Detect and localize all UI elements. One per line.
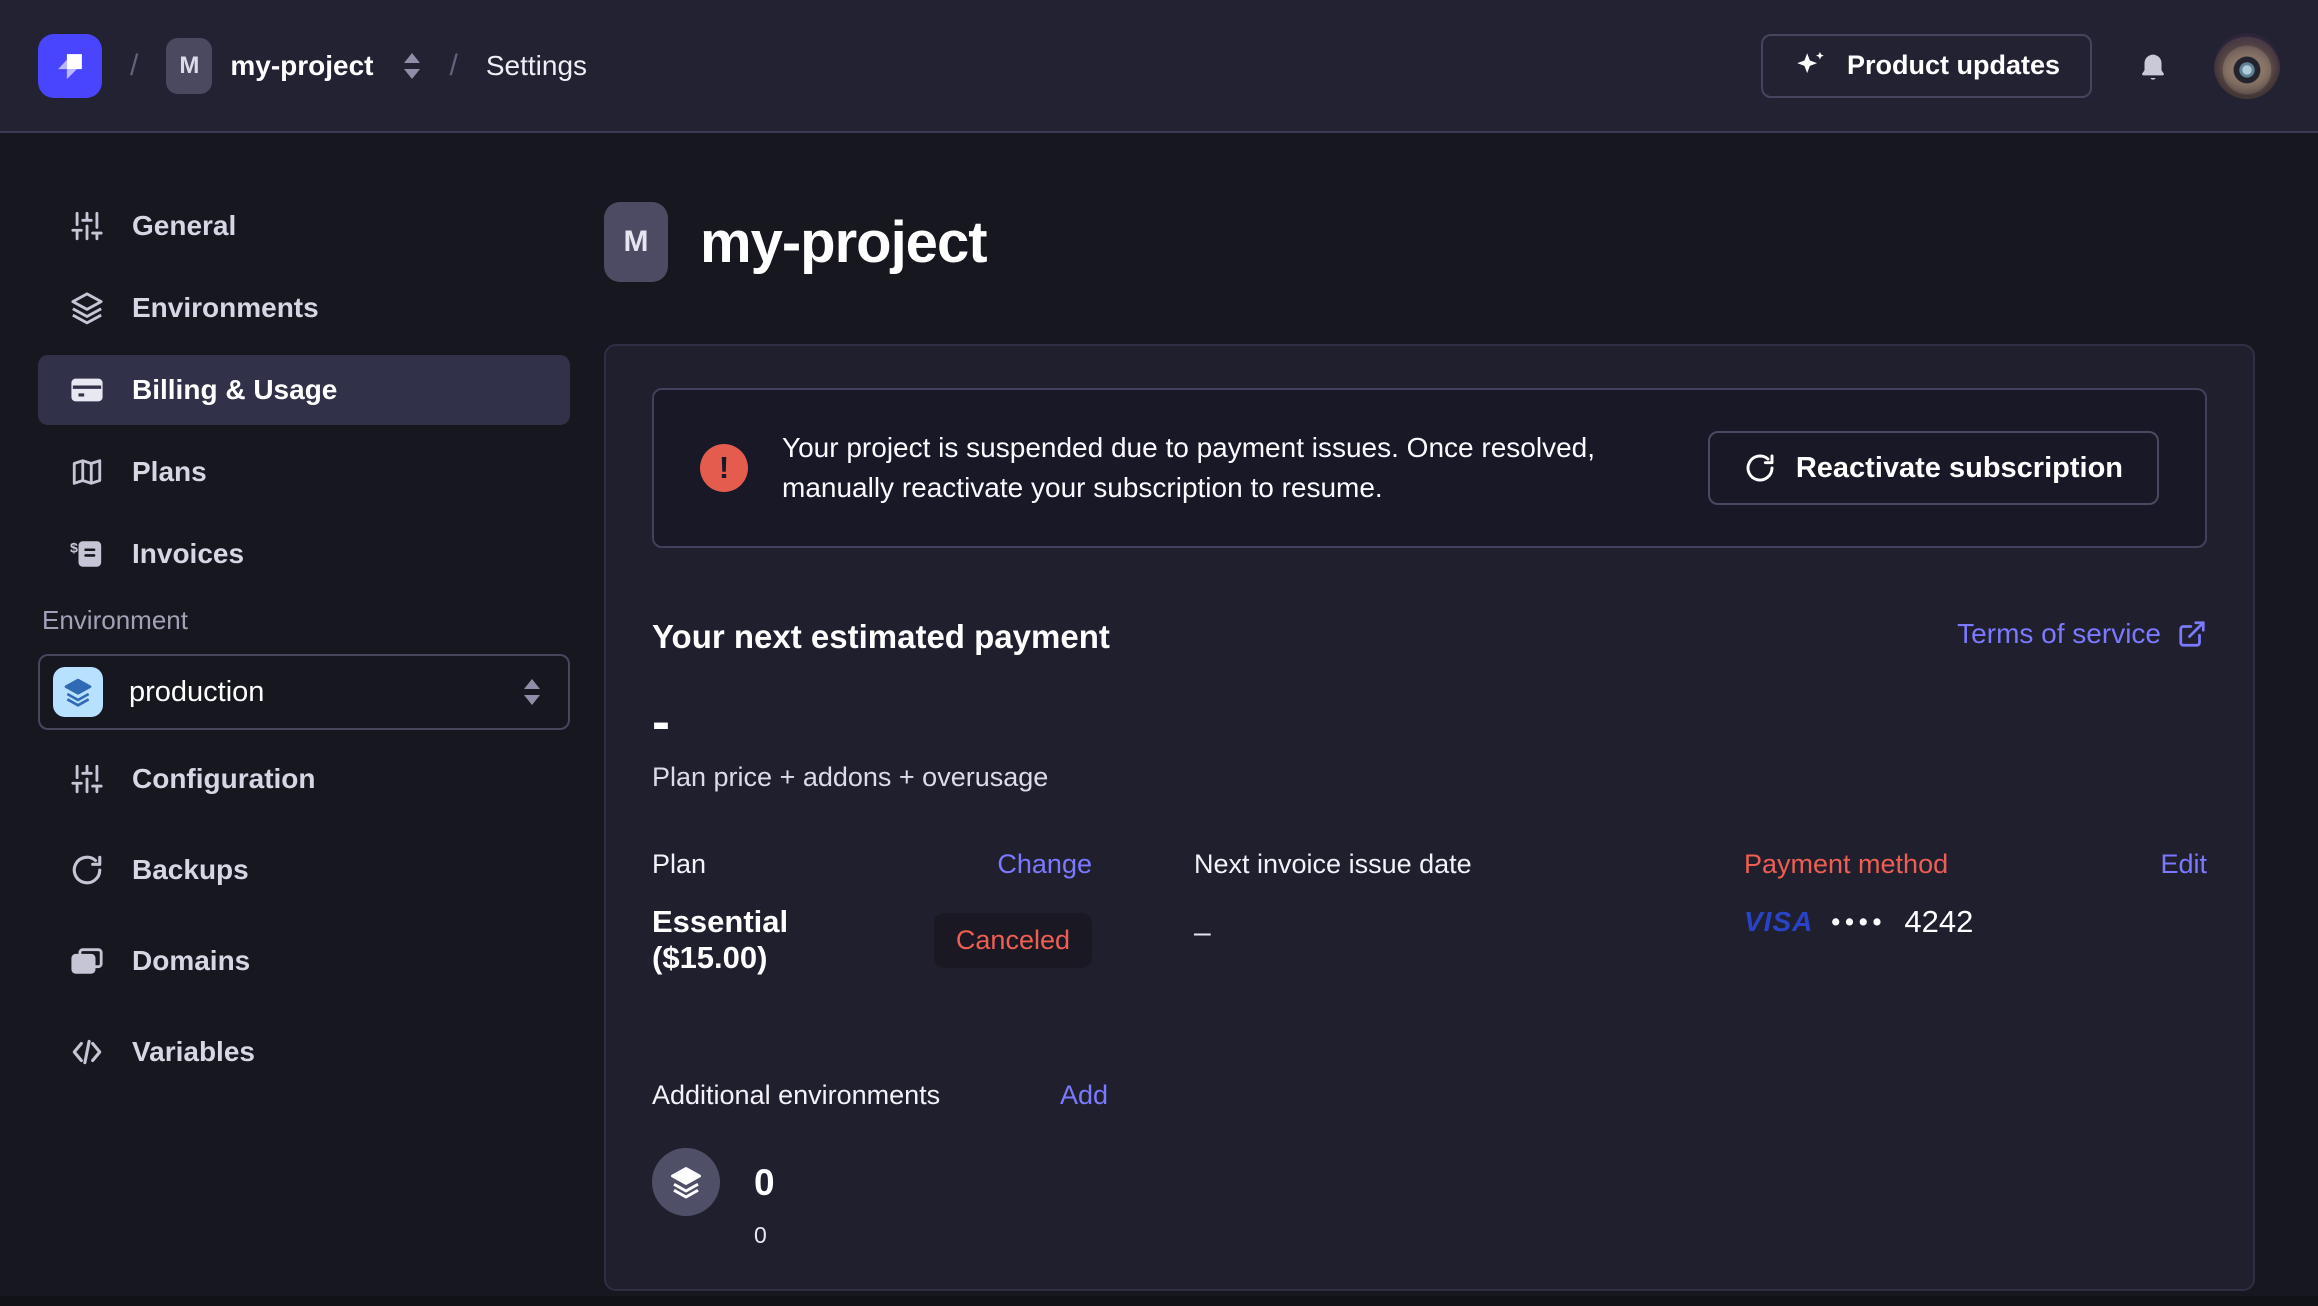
environment-nav-group: Configuration Backups Domains Variables — [0, 744, 604, 1087]
main-content: M my-project ! Your project is suspended… — [604, 135, 2255, 1306]
environment-selected-value: production — [129, 676, 264, 709]
product-updates-button[interactable]: Product updates — [1761, 34, 2092, 98]
next-invoice-column: Next invoice issue date – — [1194, 849, 1644, 976]
sidebar-item-configuration[interactable]: Configuration — [38, 744, 570, 814]
credit-card-icon — [70, 373, 104, 407]
external-link-icon — [2177, 619, 2207, 649]
reactivate-subscription-button[interactable]: Reactivate subscription — [1708, 431, 2159, 505]
reactivate-label: Reactivate subscription — [1796, 452, 2123, 485]
sidebar-item-label: Billing & Usage — [132, 374, 337, 406]
sidebar-item-billing-usage[interactable]: Billing & Usage — [38, 355, 570, 425]
sidebar: General Environments Billing & Usage Pla… — [0, 135, 604, 1108]
viewport-bottom-edge — [0, 1296, 2318, 1306]
sidebar-item-label: Environments — [132, 292, 319, 324]
environment-icon — [53, 667, 103, 717]
add-environment-link[interactable]: Add — [1060, 1080, 1108, 1111]
sidebar-item-invoices[interactable]: $ Invoices — [38, 519, 570, 589]
layers-icon — [70, 291, 104, 325]
sort-arrows-icon — [402, 51, 422, 81]
sidebar-item-label: Backups — [132, 854, 249, 886]
plan-label: Plan — [652, 849, 706, 880]
rotate-cw-icon — [1744, 452, 1776, 484]
app-logo[interactable] — [38, 34, 102, 98]
payment-heading: Your next estimated payment — [652, 618, 1110, 656]
payment-formula: Plan price + addons + overusage — [652, 762, 2207, 793]
project-title: my-project — [700, 209, 987, 276]
brand-icon — [50, 46, 90, 86]
breadcrumb-project-switcher[interactable]: M my-project — [166, 38, 421, 94]
sidebar-item-general[interactable]: General — [38, 191, 570, 261]
select-arrows-icon — [522, 677, 542, 707]
billing-grid: Plan Change Essential ($15.00) Canceled … — [652, 849, 2207, 976]
estimated-payment-value: - — [652, 692, 2207, 752]
visa-logo: VISA — [1744, 906, 1813, 938]
rotate-cw-icon — [70, 853, 104, 887]
next-invoice-value: – — [1194, 916, 1644, 950]
additional-environments-label: Additional environments — [652, 1080, 940, 1111]
sidebar-item-label: Configuration — [132, 763, 316, 795]
breadcrumb-section: Settings — [486, 50, 587, 82]
plan-column: Plan Change Essential ($15.00) Canceled — [652, 849, 1092, 976]
terms-of-service-link[interactable]: Terms of service — [1957, 618, 2207, 650]
breadcrumb-separator: / — [450, 49, 458, 83]
topbar-actions: Product updates — [1761, 33, 2280, 99]
environment-count: 0 0 — [652, 1148, 2207, 1249]
stacked-windows-icon — [70, 944, 104, 978]
sidebar-item-label: Plans — [132, 456, 207, 488]
environment-count-detail: 0 — [754, 1222, 775, 1249]
environment-section-label: Environment — [42, 605, 566, 636]
sliders-icon — [70, 209, 104, 243]
billing-card: ! Your project is suspended due to payme… — [604, 344, 2255, 1291]
svg-text:$: $ — [70, 541, 78, 557]
suspension-alert: ! Your project is suspended due to payme… — [652, 388, 2207, 548]
breadcrumb-separator: / — [130, 49, 138, 83]
sidebar-item-label: General — [132, 210, 236, 242]
plan-value: Essential ($15.00) — [652, 904, 908, 976]
topbar: / M my-project / Settings Product update… — [0, 0, 2318, 133]
breadcrumb-project-name: my-project — [230, 50, 373, 82]
additional-environments-section: Additional environments Add 0 0 — [652, 1080, 2207, 1249]
code-icon — [70, 1035, 104, 1069]
environment-select[interactable]: production — [38, 654, 570, 730]
sidebar-item-backups[interactable]: Backups — [38, 835, 570, 905]
sparkles-icon — [1793, 49, 1827, 83]
card-mask: •••• — [1831, 908, 1886, 937]
payment-section-head: Your next estimated payment Terms of ser… — [652, 618, 2207, 656]
plan-status-badge: Canceled — [934, 913, 1092, 968]
map-icon — [70, 455, 104, 489]
notifications-bell-icon[interactable] — [2136, 49, 2170, 83]
alert-exclamation-icon: ! — [700, 444, 748, 492]
next-invoice-label: Next invoice issue date — [1194, 849, 1472, 880]
sidebar-item-domains[interactable]: Domains — [38, 926, 570, 996]
project-initial-badge: M — [604, 202, 668, 282]
payment-method-label: Payment method — [1744, 849, 1948, 880]
sidebar-item-variables[interactable]: Variables — [38, 1017, 570, 1087]
edit-payment-link[interactable]: Edit — [2160, 849, 2207, 880]
alert-message: Your project is suspended due to payment… — [782, 428, 1662, 508]
sidebar-item-environments[interactable]: Environments — [38, 273, 570, 343]
card-last4: 4242 — [1904, 904, 1973, 940]
layers-icon — [652, 1148, 720, 1216]
product-updates-label: Product updates — [1847, 50, 2060, 81]
terms-label: Terms of service — [1957, 618, 2161, 650]
project-initial-badge: M — [166, 38, 212, 94]
page-title: M my-project — [604, 202, 2255, 282]
card-summary: VISA •••• 4242 — [1744, 904, 2207, 940]
sliders-icon — [70, 762, 104, 796]
invoice-icon: $ — [70, 537, 104, 571]
environment-count-value: 0 — [754, 1162, 775, 1204]
sidebar-item-label: Invoices — [132, 538, 244, 570]
payment-method-column: Payment method Edit VISA •••• 4242 — [1744, 849, 2207, 976]
sidebar-item-label: Domains — [132, 945, 250, 977]
user-avatar[interactable] — [2214, 33, 2280, 99]
sidebar-item-label: Variables — [132, 1036, 255, 1068]
sidebar-item-plans[interactable]: Plans — [38, 437, 570, 507]
change-plan-link[interactable]: Change — [997, 849, 1092, 880]
